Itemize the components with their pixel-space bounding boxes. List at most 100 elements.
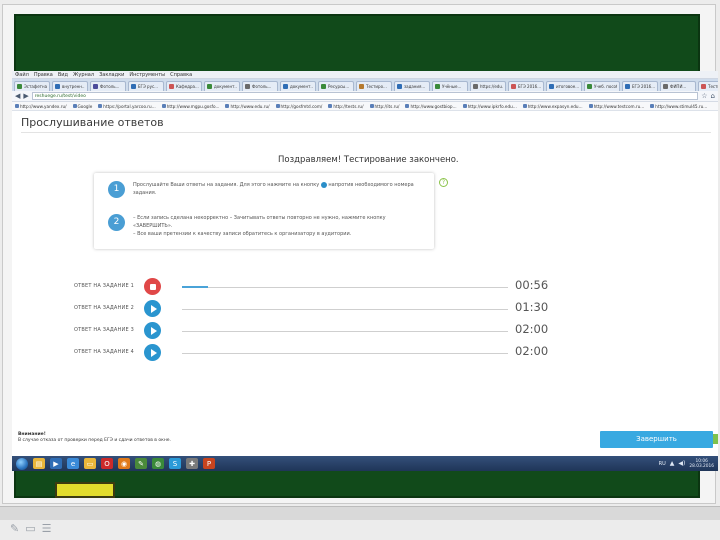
browser-tab[interactable]: Ресурсы...	[318, 81, 354, 91]
answer-duration: 02:00	[515, 322, 549, 336]
favicon-icon	[473, 84, 478, 89]
bookmark-label: http://www.expasyn.edu...	[527, 103, 583, 109]
favicon-icon	[359, 84, 364, 89]
tab-label: документ...	[214, 84, 237, 89]
help-icon[interactable]: ?	[439, 178, 448, 187]
browser-tab[interactable]: Учёные...	[432, 81, 468, 91]
tools-icon[interactable]: ✚	[186, 458, 198, 469]
opera-icon[interactable]: O	[101, 458, 113, 469]
bookmark-item[interactable]: http://www.expasyn.edu...	[522, 103, 583, 109]
bookmark-item[interactable]: http://tests.ru/	[328, 104, 364, 109]
browser-tab[interactable]: ЕГЭ рус...	[128, 81, 164, 91]
browser-tab[interactable]: ЕГЭ 2016...	[508, 81, 544, 91]
tab-label: Учёные...	[442, 84, 462, 89]
chalk-piece	[55, 482, 115, 498]
language-indicator[interactable]: RU	[659, 461, 666, 467]
folder-icon[interactable]: ▭	[84, 458, 96, 469]
star-icon[interactable]: ☆	[701, 92, 707, 100]
answer-duration: 01:30	[515, 300, 549, 314]
finish-button[interactable]: Завершить	[600, 431, 713, 448]
slide-toolbar[interactable]: ✎▭☰	[10, 522, 58, 535]
browser-tab[interactable]: Фотоль...	[242, 81, 278, 91]
menu-icon[interactable]: ☰	[42, 522, 58, 535]
bookmark-item[interactable]: http://www.mgpu.gosfo...	[161, 104, 219, 109]
browser-tab[interactable]: документ...	[280, 81, 316, 91]
ie-icon[interactable]: e	[67, 458, 79, 469]
play-button[interactable]	[144, 322, 161, 339]
paint-icon[interactable]: ✎	[135, 458, 147, 469]
board-tray	[0, 506, 720, 520]
bookmark-item[interactable]: http://www.ipkrfo.edu...	[462, 104, 517, 109]
browser-tab[interactable]: Учеб. пособ...	[584, 81, 620, 91]
bookmark-item[interactable]: https://portal.yarcoo.ru...	[98, 104, 156, 109]
browser-tab[interactable]: ФИПИ...	[660, 81, 696, 91]
bookmark-item[interactable]: http://www.yandex.ru/	[15, 104, 67, 109]
favicon-icon	[169, 84, 174, 89]
slides-icon[interactable]: ▭	[25, 522, 41, 535]
pen-icon[interactable]: ✎	[10, 522, 25, 535]
favicon-icon	[511, 84, 516, 89]
browser-tab[interactable]: Эстафетная...	[14, 81, 50, 91]
tab-label: ЕГЭ 2016...	[632, 84, 655, 89]
bookmark-label: http://www.testcom.ru...	[593, 103, 645, 109]
skype-icon[interactable]: S	[169, 458, 181, 469]
audio-progress-track[interactable]	[182, 286, 508, 288]
menu-item[interactable]: Файл	[15, 72, 29, 78]
bookmark-label: http://gosfmtd.com/	[280, 103, 323, 109]
bookmark-label: http://www.stimul45.ru...	[655, 103, 708, 109]
audio-progress-track[interactable]	[182, 309, 508, 310]
play-icon	[150, 326, 157, 335]
bookmark-item[interactable]: http://www.gostbiop...	[405, 104, 457, 109]
browser-tab[interactable]: Кафедра...	[166, 81, 202, 91]
answer-duration: 02:00	[515, 344, 549, 358]
browser-tab[interactable]: Фотоль...	[90, 81, 126, 91]
browser-tab[interactable]: внутренн...	[52, 81, 88, 91]
tab-label: ЕГЭ рус...	[138, 84, 158, 89]
firefox-icon[interactable]: ◉	[118, 458, 130, 469]
bookmark-icon	[405, 104, 410, 108]
browser-tab[interactable]: Тестиро...	[356, 81, 392, 91]
bookmark-item[interactable]: Google	[72, 104, 92, 109]
play-button[interactable]	[144, 300, 161, 317]
browser-tab[interactable]: ЕГЭ 2016...	[622, 81, 658, 91]
play-button[interactable]	[144, 344, 161, 361]
bookmark-item[interactable]: http://www.edu.ru/	[225, 104, 270, 109]
answer-label: ОТВЕТ НА ЗАДАНИЕ 1	[74, 283, 134, 289]
url-field[interactable]: reshuege.ru/test/video	[31, 92, 699, 100]
instructions-card: 1 Прослушайте Ваши ответы на задания. Дл…	[94, 173, 434, 249]
bookmark-item[interactable]: http://www.testcom.ru...	[588, 103, 645, 109]
chrome-icon[interactable]: ◍	[152, 458, 164, 469]
browser-tab[interactable]: итоговое...	[546, 81, 582, 91]
menu-item[interactable]: Инструменты	[129, 72, 165, 78]
powerpoint-icon[interactable]: P	[203, 458, 215, 469]
audio-progress-track[interactable]	[182, 331, 508, 332]
browser-tab[interactable]: https://edu...	[470, 81, 506, 91]
bookmark-item[interactable]: http://gosfmtd.com/	[275, 103, 323, 109]
browser-tab[interactable]: документ...	[204, 81, 240, 91]
browser-tab[interactable]: задания...	[394, 81, 430, 91]
explorer-icon[interactable]: ▤	[33, 458, 45, 469]
start-button[interactable]	[16, 457, 28, 470]
tab-label: Ресурсы...	[328, 84, 350, 89]
media-player-icon[interactable]: ▶	[50, 458, 62, 469]
back-icon[interactable]: ◀	[15, 92, 20, 100]
scroll-handle[interactable]	[713, 434, 718, 444]
menu-item[interactable]: Закладки	[99, 72, 124, 78]
menu-item[interactable]: Справка	[170, 72, 192, 78]
menu-item[interactable]: Вид	[58, 72, 68, 78]
menu-item[interactable]: Правка	[34, 72, 53, 78]
bookmark-item[interactable]: http://its.ru/	[369, 104, 399, 109]
menu-item[interactable]: Журнал	[73, 72, 94, 78]
home-icon[interactable]: ⌂	[711, 92, 715, 100]
network-icon[interactable]: ▲	[670, 460, 675, 467]
browser-tab[interactable]: Тестир...	[698, 81, 718, 91]
volume-icon[interactable]: ◀)	[678, 460, 685, 467]
clock[interactable]: 10:06 28.03.2016	[689, 459, 714, 469]
tab-label: Тестир...	[708, 84, 718, 89]
forward-icon[interactable]: ▶	[23, 92, 28, 100]
answer-row: ОТВЕТ НА ЗАДАНИЕ 3 02:00	[74, 322, 554, 340]
answer-label: ОТВЕТ НА ЗАДАНИЕ 4	[74, 349, 134, 355]
stop-button[interactable]	[144, 278, 161, 295]
bookmark-item[interactable]: http://www.stimul45.ru...	[650, 104, 707, 109]
audio-progress-track[interactable]	[182, 353, 508, 354]
